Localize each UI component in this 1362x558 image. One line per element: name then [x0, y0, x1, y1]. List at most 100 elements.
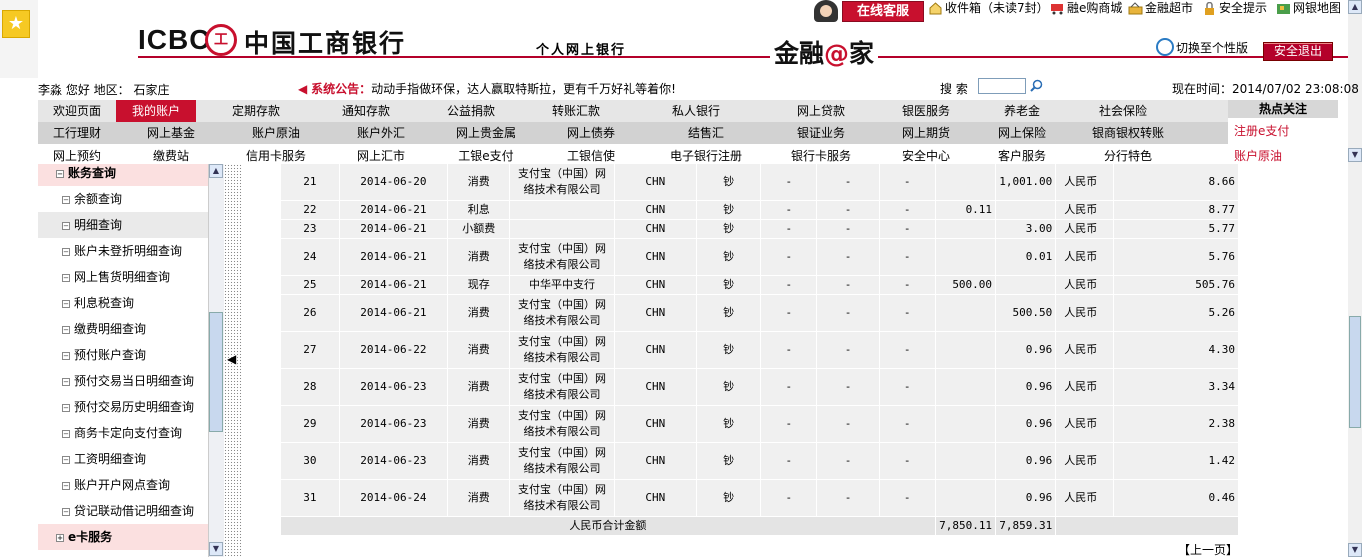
nav-social-insurance[interactable]: 社会保险 — [1068, 100, 1178, 122]
scroll-down-icon[interactable]: ▼ — [1348, 148, 1362, 162]
party-cell — [509, 200, 615, 220]
cash-flag-cell: 钞 — [696, 368, 762, 406]
nav-futures[interactable]: 网上期货 — [876, 122, 976, 144]
hot-link-crude-oil[interactable]: 账户原油 — [1234, 147, 1282, 164]
hot-link-epay[interactable]: 注册e支付 — [1234, 122, 1289, 139]
no-cell: 23 — [281, 219, 340, 239]
notice-text[interactable]: 动动手指做环保，达人赢取特斯拉，更有千万好礼等着你! — [371, 82, 676, 96]
nav-fixed-deposit[interactable]: 定期存款 — [196, 100, 316, 122]
nav-customer-service[interactable]: 客户服务 — [976, 146, 1068, 164]
nav-notice-deposit[interactable]: 通知存款 — [316, 100, 416, 122]
nav-transfer[interactable]: 转账汇款 — [526, 100, 626, 122]
nav-reservation[interactable]: 网上预约 — [38, 146, 116, 164]
dash-cell: - — [879, 368, 936, 406]
cash-flag-cell: 钞 — [696, 275, 762, 295]
dash-cell: - — [760, 442, 818, 480]
cash-flag-cell: 钞 — [696, 294, 762, 332]
table-row: 30 2014-06-23 消费 支付宝（中国）网络技术有限公司 CHN 钞 - - -0.96… — [281, 442, 1239, 480]
nav-e-pay[interactable]: 工银e支付 — [436, 146, 536, 164]
dash-cell: - — [879, 442, 936, 480]
nav-my-account[interactable]: 我的账户 — [116, 100, 196, 122]
sidebar-section-ecard[interactable]: + e卡服务 — [38, 524, 208, 550]
scroll-down-bottom-icon[interactable]: ▼ — [1348, 543, 1362, 557]
sidebar-item-detail[interactable]: − 明细查询 — [38, 212, 208, 238]
nav-medical[interactable]: 银医服务 — [876, 100, 976, 122]
no-cell: 28 — [281, 368, 340, 406]
cash-flag-cell: 钞 — [696, 331, 762, 369]
nav-online-loan[interactable]: 网上贷款 — [766, 100, 876, 122]
sidebar-item-credit-debit[interactable]: − 贷记联动借记明细查询 — [38, 498, 208, 524]
nav-row-1: 欢迎页面 我的账户 定期存款 通知存款 公益捐款 转账汇款 私人银行 网上贷款 … — [38, 100, 1228, 122]
sidebar-item-prepaid-history[interactable]: − 预付交易历史明细查询 — [38, 394, 208, 420]
collapse-sidebar-icon[interactable]: ◀ — [227, 352, 236, 366]
dash-cell: - — [816, 442, 880, 480]
nav-pension[interactable]: 养老金 — [976, 100, 1068, 122]
expense-cell: 500.50 — [995, 294, 1057, 332]
sidebar-item-business-card[interactable]: − 商务卡定向支付查询 — [38, 420, 208, 446]
date-cell: 2014-06-22 — [339, 331, 449, 369]
sidebar-item-balance[interactable]: − 余额查询 — [38, 186, 208, 212]
switch-version-link[interactable]: 切换至个性版 — [1156, 38, 1248, 56]
dash-cell: - — [760, 479, 818, 517]
shopping-cart-icon — [1051, 3, 1063, 14]
date-cell: 2014-06-21 — [339, 238, 449, 276]
nav-credit-card[interactable]: 信用卡服务 — [226, 146, 326, 164]
sidebar-item-prepaid[interactable]: − 预付账户查询 — [38, 342, 208, 368]
sidebar-item-interest-tax[interactable]: − 利息税查询 — [38, 290, 208, 316]
user-greeting: 李淼 您好 地区： 石家庄 — [38, 83, 170, 97]
sidebar-scroll-up-icon[interactable]: ▲ — [209, 164, 223, 178]
page-scrollbar-thumb[interactable] — [1349, 316, 1361, 428]
nav-precious-metal[interactable]: 网上贵金属 — [436, 122, 536, 144]
no-cell: 29 — [281, 405, 340, 443]
favorite-star-icon[interactable]: ★ — [2, 10, 30, 38]
nav-private-bank[interactable]: 私人银行 — [626, 100, 766, 122]
nav-bonds[interactable]: 网上债券 — [536, 122, 646, 144]
sidebar-item-salary[interactable]: − 工资明细查询 — [38, 446, 208, 472]
nav-fx-market[interactable]: 网上汇市 — [326, 146, 436, 164]
currency-cell: 人民币 — [1055, 275, 1115, 295]
nav-insurance[interactable]: 网上保险 — [976, 122, 1068, 144]
nav-crude-oil[interactable]: 账户原油 — [226, 122, 326, 144]
bank-subtitle: 个人网上银行 — [536, 43, 627, 58]
nav-securities[interactable]: 银证业务 — [766, 122, 876, 144]
nav-charity[interactable]: 公益捐款 — [416, 100, 526, 122]
tree-node-icon: − — [62, 351, 70, 360]
nav-card-service[interactable]: 银行卡服务 — [766, 146, 876, 164]
mall-link[interactable]: 融e购商城 — [1050, 0, 1122, 16]
sidebar-item-prepaid-today[interactable]: − 预付交易当日明细查询 — [38, 368, 208, 394]
scroll-up-icon[interactable]: ▲ — [1348, 0, 1362, 14]
notice-label: 系统公告： — [311, 82, 372, 96]
logout-button[interactable]: 安全退出 — [1263, 42, 1333, 61]
nav-branch-features[interactable]: 分行特色 — [1068, 146, 1188, 164]
online-service-button[interactable]: 在线客服 — [842, 1, 924, 22]
sitemap-link[interactable]: 网银地图 — [1276, 0, 1341, 16]
sidebar-section-account-query[interactable]: − 账务查询 — [38, 164, 208, 186]
nav-payment[interactable]: 缴费站 — [116, 146, 226, 164]
nav-ebank-register[interactable]: 电子银行注册 — [646, 146, 766, 164]
inbox-link[interactable]: 收件箱（未读7封） — [928, 0, 1049, 16]
security-tips-link[interactable]: 安全提示 — [1202, 0, 1267, 16]
sidebar-item-payment-detail[interactable]: − 缴费明细查询 — [38, 316, 208, 342]
prev-page-link[interactable]: 【上一页】 — [1178, 541, 1238, 558]
dash-cell: - — [760, 219, 818, 239]
search-icon[interactable] — [1030, 79, 1043, 92]
nav-forex[interactable]: 账户外汇 — [326, 122, 436, 144]
dash-cell: - — [760, 164, 818, 201]
table-row: 26 2014-06-21 消费 支付宝（中国）网络技术有限公司 CHN 钞 - - -500.… — [281, 294, 1239, 332]
search-input[interactable] — [978, 78, 1026, 94]
sidebar-scroll-down-icon[interactable]: ▼ — [209, 542, 223, 556]
nav-messenger[interactable]: 工银信使 — [536, 146, 646, 164]
nav-bank-merchant-transfer[interactable]: 银商银权转账 — [1068, 122, 1188, 144]
sidebar-item-branch[interactable]: − 账户开户网点查询 — [38, 472, 208, 498]
nav-wealth[interactable]: 工行理财 — [38, 122, 116, 144]
nav-fx-settlement[interactable]: 结售汇 — [646, 122, 766, 144]
nav-fund[interactable]: 网上基金 — [116, 122, 226, 144]
nav-security-center[interactable]: 安全中心 — [876, 146, 976, 164]
country-cell: CHN — [614, 405, 697, 443]
finance-market-link[interactable]: 金融超市 — [1128, 0, 1193, 16]
table-row: 31 2014-06-24 消费 支付宝（中国）网络技术有限公司 CHN 钞 - - -0.96… — [281, 479, 1239, 517]
sidebar-item-unposted[interactable]: − 账户未登折明细查询 — [38, 238, 208, 264]
sidebar-item-online-sales[interactable]: − 网上售货明细查询 — [38, 264, 208, 290]
nav-welcome[interactable]: 欢迎页面 — [38, 100, 116, 122]
sidebar-scrollbar-thumb[interactable] — [209, 312, 223, 432]
